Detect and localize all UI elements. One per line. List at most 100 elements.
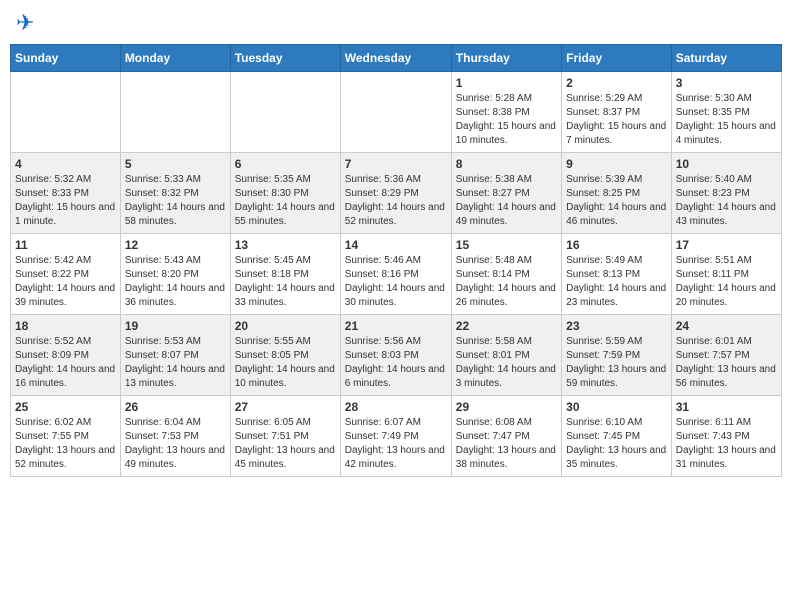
day-info: Sunrise: 5:36 AM Sunset: 8:29 PM Dayligh… [345, 173, 447, 229]
calendar-cell: 19 Sunrise: 5:53 AM Sunset: 8:07 PM Dayli… [120, 315, 230, 396]
day-info: Sunrise: 5:53 AM Sunset: 8:07 PM Dayligh… [125, 335, 226, 391]
logo: ✈ [14, 10, 36, 36]
day-number: 2 [566, 76, 667, 90]
week-row-2: 4 Sunrise: 5:32 AM Sunset: 8:33 PM Daylig… [11, 153, 782, 234]
calendar-cell: 17 Sunrise: 5:51 AM Sunset: 8:11 PM Dayli… [671, 234, 781, 315]
calendar-cell: 25 Sunrise: 6:02 AM Sunset: 7:55 PM Dayli… [11, 396, 121, 477]
day-number: 10 [676, 157, 777, 171]
weekday-header-row: SundayMondayTuesdayWednesdayThursdayFrid… [11, 45, 782, 72]
calendar-cell [120, 72, 230, 153]
calendar-cell: 12Sunrise: 5:43 AM Sunset: 8:20 PM Dayli… [120, 234, 230, 315]
day-info: Sunrise: 5:43 AM Sunset: 8:20 PM Dayligh… [125, 254, 226, 310]
day-info: Sunrise: 5:49 AM Sunset: 8:13 PM Dayligh… [566, 254, 667, 310]
calendar-cell: 30 Sunrise: 6:10 AM Sunset: 7:45 PM Dayli… [562, 396, 672, 477]
day-info: Sunrise: 5:35 AM Sunset: 8:30 PM Dayligh… [235, 173, 336, 229]
day-info: Sunrise: 6:01 AM Sunset: 7:57 PM Dayligh… [676, 335, 777, 391]
day-number: 28 [345, 400, 447, 414]
calendar-cell: 21Sunrise: 5:56 AM Sunset: 8:03 PM Dayli… [340, 315, 451, 396]
day-number: 3 [676, 76, 777, 90]
day-info: Sunrise: 5:59 AM Sunset: 7:59 PM Dayligh… [566, 335, 667, 391]
day-number: 22 [456, 319, 557, 333]
day-info: Sunrise: 5:48 AM Sunset: 8:14 PM Dayligh… [456, 254, 557, 310]
day-number: 13 [235, 238, 336, 252]
week-row-5: 25 Sunrise: 6:02 AM Sunset: 7:55 PM Dayli… [11, 396, 782, 477]
day-number: 19 [125, 319, 226, 333]
day-number: 21 [345, 319, 447, 333]
calendar-cell: 8 Sunrise: 5:38 AM Sunset: 8:27 PM Daylig… [451, 153, 561, 234]
day-info: Sunrise: 6:02 AM Sunset: 7:55 PM Dayligh… [15, 416, 116, 472]
day-number: 8 [456, 157, 557, 171]
calendar-cell: 24 Sunrise: 6:01 AM Sunset: 7:57 PM Dayli… [671, 315, 781, 396]
day-number: 24 [676, 319, 777, 333]
week-row-4: 18 Sunrise: 5:52 AM Sunset: 8:09 PM Dayli… [11, 315, 782, 396]
day-number: 17 [676, 238, 777, 252]
day-number: 27 [235, 400, 336, 414]
day-number: 20 [235, 319, 336, 333]
day-number: 7 [345, 157, 447, 171]
day-info: Sunrise: 5:39 AM Sunset: 8:25 PM Dayligh… [566, 173, 667, 229]
calendar-cell: 9Sunrise: 5:39 AM Sunset: 8:25 PM Daylig… [562, 153, 672, 234]
day-info: Sunrise: 5:45 AM Sunset: 8:18 PM Dayligh… [235, 254, 336, 310]
day-info: Sunrise: 5:33 AM Sunset: 8:32 PM Dayligh… [125, 173, 226, 229]
calendar-body: 1 Sunrise: 5:28 AM Sunset: 8:38 PM Daylig… [11, 72, 782, 477]
day-info: Sunrise: 5:29 AM Sunset: 8:37 PM Dayligh… [566, 92, 667, 148]
day-info: Sunrise: 5:42 AM Sunset: 8:22 PM Dayligh… [15, 254, 116, 310]
day-info: Sunrise: 5:32 AM Sunset: 8:33 PM Dayligh… [15, 173, 116, 229]
weekday-header-thursday: Thursday [451, 45, 561, 72]
day-info: Sunrise: 5:30 AM Sunset: 8:35 PM Dayligh… [676, 92, 777, 148]
day-number: 16 [566, 238, 667, 252]
calendar-cell [11, 72, 121, 153]
calendar-cell: 15 Sunrise: 5:48 AM Sunset: 8:14 PM Dayli… [451, 234, 561, 315]
weekday-header-wednesday: Wednesday [340, 45, 451, 72]
day-info: Sunrise: 5:52 AM Sunset: 8:09 PM Dayligh… [15, 335, 116, 391]
calendar-cell: 31 Sunrise: 6:11 AM Sunset: 7:43 PM Dayli… [671, 396, 781, 477]
day-number: 5 [125, 157, 226, 171]
day-number: 4 [15, 157, 116, 171]
day-info: Sunrise: 5:51 AM Sunset: 8:11 PM Dayligh… [676, 254, 777, 310]
day-info: Sunrise: 5:38 AM Sunset: 8:27 PM Dayligh… [456, 173, 557, 229]
calendar-cell: 29Sunrise: 6:08 AM Sunset: 7:47 PM Dayli… [451, 396, 561, 477]
day-number: 25 [15, 400, 116, 414]
calendar-cell: 20 Sunrise: 5:55 AM Sunset: 8:05 PM Dayli… [230, 315, 340, 396]
calendar-header: SundayMondayTuesdayWednesdayThursdayFrid… [11, 45, 782, 72]
day-number: 23 [566, 319, 667, 333]
day-number: 26 [125, 400, 226, 414]
calendar-cell: 3 Sunrise: 5:30 AM Sunset: 8:35 PM Daylig… [671, 72, 781, 153]
calendar-cell: 5 Sunrise: 5:33 AM Sunset: 8:32 PM Daylig… [120, 153, 230, 234]
calendar-cell: 10Sunrise: 5:40 AM Sunset: 8:23 PM Dayli… [671, 153, 781, 234]
day-number: 6 [235, 157, 336, 171]
day-info: Sunrise: 6:11 AM Sunset: 7:43 PM Dayligh… [676, 416, 777, 472]
calendar-table: SundayMondayTuesdayWednesdayThursdayFrid… [10, 44, 782, 477]
calendar-cell: 18 Sunrise: 5:52 AM Sunset: 8:09 PM Dayli… [11, 315, 121, 396]
calendar-cell: 14Sunrise: 5:46 AM Sunset: 8:16 PM Dayli… [340, 234, 451, 315]
day-number: 31 [676, 400, 777, 414]
page-header: ✈ [10, 10, 782, 36]
day-number: 11 [15, 238, 116, 252]
calendar-cell: 7 Sunrise: 5:36 AM Sunset: 8:29 PM Daylig… [340, 153, 451, 234]
day-number: 30 [566, 400, 667, 414]
day-number: 15 [456, 238, 557, 252]
day-info: Sunrise: 6:10 AM Sunset: 7:45 PM Dayligh… [566, 416, 667, 472]
calendar-cell: 16 Sunrise: 5:49 AM Sunset: 8:13 PM Dayli… [562, 234, 672, 315]
day-info: Sunrise: 6:05 AM Sunset: 7:51 PM Dayligh… [235, 416, 336, 472]
calendar-cell [340, 72, 451, 153]
day-info: Sunrise: 5:58 AM Sunset: 8:01 PM Dayligh… [456, 335, 557, 391]
calendar-cell: 22 Sunrise: 5:58 AM Sunset: 8:01 PM Dayli… [451, 315, 561, 396]
calendar-cell [230, 72, 340, 153]
calendar-cell: 27 Sunrise: 6:05 AM Sunset: 7:51 PM Dayli… [230, 396, 340, 477]
day-number: 1 [456, 76, 557, 90]
logo-bird-icon: ✈ [16, 10, 34, 36]
calendar-cell: 28Sunrise: 6:07 AM Sunset: 7:49 PM Dayli… [340, 396, 451, 477]
calendar-cell: 2 Sunrise: 5:29 AM Sunset: 8:37 PM Daylig… [562, 72, 672, 153]
calendar-cell: 11 Sunrise: 5:42 AM Sunset: 8:22 PM Dayli… [11, 234, 121, 315]
weekday-header-friday: Friday [562, 45, 672, 72]
day-info: Sunrise: 5:55 AM Sunset: 8:05 PM Dayligh… [235, 335, 336, 391]
week-row-3: 11 Sunrise: 5:42 AM Sunset: 8:22 PM Dayli… [11, 234, 782, 315]
calendar-cell: 13 Sunrise: 5:45 AM Sunset: 8:18 PM Dayli… [230, 234, 340, 315]
weekday-header-tuesday: Tuesday [230, 45, 340, 72]
day-number: 18 [15, 319, 116, 333]
day-info: Sunrise: 6:08 AM Sunset: 7:47 PM Dayligh… [456, 416, 557, 472]
day-info: Sunrise: 5:28 AM Sunset: 8:38 PM Dayligh… [456, 92, 557, 148]
calendar-cell: 23 Sunrise: 5:59 AM Sunset: 7:59 PM Dayli… [562, 315, 672, 396]
weekday-header-sunday: Sunday [11, 45, 121, 72]
